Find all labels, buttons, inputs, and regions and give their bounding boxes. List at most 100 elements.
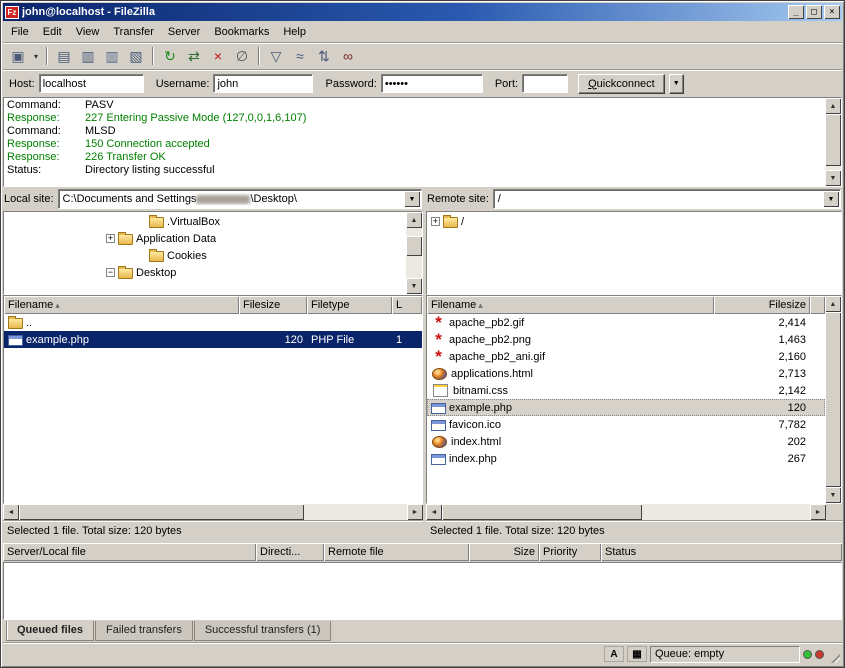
scroll-up-icon[interactable]: ▲ [825, 296, 841, 312]
menu-edit[interactable]: Edit [36, 23, 69, 41]
local-site-combobox[interactable]: C:\Documents and Settings\Desktop\ ▼ [58, 189, 422, 209]
scrollbar-thumb[interactable] [19, 504, 304, 520]
quickconnect-dropdown-icon[interactable]: ▼ [669, 74, 684, 94]
quickconnect-button[interactable]: Quickconnect [578, 74, 665, 94]
scrollbar-thumb[interactable] [442, 504, 642, 520]
menu-help[interactable]: Help [276, 23, 313, 41]
scroll-left-icon[interactable]: ◄ [3, 504, 19, 520]
log-line-label: Response: [7, 151, 85, 164]
directory-compare-icon[interactable]: ≈ [288, 45, 312, 67]
site-manager-dropdown-icon[interactable]: ▾ [30, 45, 42, 67]
remote-file-row[interactable]: *apache_pb2.gif2,414 [427, 314, 825, 331]
synchronized-browsing-icon[interactable]: ⇅ [312, 45, 336, 67]
column-header-directi[interactable]: Directi... [256, 543, 324, 561]
scroll-down-icon[interactable]: ▼ [825, 170, 841, 186]
toggle-queue-icon[interactable]: ▧ [124, 45, 148, 67]
scroll-down-icon[interactable]: ▼ [825, 487, 841, 503]
local-tree-item[interactable]: .VirtualBox [4, 213, 406, 230]
column-header-l[interactable]: L [392, 296, 422, 314]
transfer-queue-body[interactable] [3, 562, 842, 620]
expand-icon[interactable]: + [431, 217, 440, 226]
column-header-filetype[interactable]: Filetype [307, 296, 392, 314]
column-header-filesize[interactable]: Filesize [239, 296, 307, 314]
local-tree-item[interactable]: Cookies [4, 247, 406, 264]
local-tree-scrollbar[interactable]: ▲ ▼ [406, 212, 422, 294]
disconnect-icon[interactable]: ∅ [230, 45, 254, 67]
log-line: Response:226 Transfer OK [7, 151, 822, 164]
maximize-button[interactable]: □ [806, 5, 822, 19]
remote-file-row[interactable]: bitnami.css2,142 [427, 382, 825, 399]
site-manager-icon[interactable]: ▣ [6, 45, 30, 67]
scrollbar-thumb[interactable] [825, 114, 841, 166]
process-queue-icon[interactable]: ⇄ [182, 45, 206, 67]
local-file-row[interactable]: example.php120PHP File1 [4, 331, 422, 348]
resize-grip-icon[interactable] [827, 650, 840, 663]
menu-view[interactable]: View [69, 23, 107, 41]
cancel-operation-icon[interactable]: × [206, 45, 230, 67]
column-header-remote-file[interactable]: Remote file [324, 543, 469, 561]
remote-list-scrollbar[interactable]: ▲ ▼ [825, 296, 841, 503]
scrollbar-track[interactable] [825, 312, 841, 487]
username-input[interactable] [213, 74, 313, 93]
find-files-icon[interactable]: ∞ [336, 45, 360, 67]
collapse-icon[interactable]: − [106, 268, 115, 277]
scroll-right-icon[interactable]: ► [407, 504, 423, 520]
scrollbar-thumb[interactable] [825, 312, 841, 487]
speed-limits-icon[interactable]: ▦ [627, 646, 647, 662]
toggle-message-log-icon[interactable]: ▤ [52, 45, 76, 67]
remote-file-row[interactable]: applications.html2,713 [427, 365, 825, 382]
scroll-left-icon[interactable]: ◄ [426, 504, 442, 520]
toggle-local-tree-icon[interactable]: ▥ [76, 45, 100, 67]
remote-tree-item[interactable]: +/ [427, 213, 841, 230]
local-file-row[interactable]: .. [4, 314, 422, 331]
local-list-hscrollbar[interactable]: ◄ ► [3, 504, 423, 520]
titlebar[interactable]: Fz john@localhost - FileZilla _□× [3, 3, 842, 21]
combo-dropdown-icon[interactable]: ▼ [404, 191, 420, 207]
message-log-scrollbar[interactable]: ▲ ▼ [825, 98, 841, 186]
minimize-button[interactable]: _ [788, 5, 804, 19]
remote-file-row[interactable]: *apache_pb2.png1,463 [427, 331, 825, 348]
scroll-down-icon[interactable]: ▼ [406, 278, 422, 294]
column-header-filename[interactable]: Filename▴ [427, 296, 714, 314]
close-button[interactable]: × [824, 5, 840, 19]
port-input[interactable] [522, 74, 568, 93]
column-header-filename[interactable]: Filename▴ [4, 296, 239, 314]
remote-site-combobox[interactable]: / ▼ [493, 189, 841, 209]
local-tree-item[interactable]: −Desktop [4, 264, 406, 281]
combo-dropdown-icon[interactable]: ▼ [823, 191, 839, 207]
tab-successful-transfers-1[interactable]: Successful transfers (1) [194, 621, 332, 641]
tab-queued-files[interactable]: Queued files [6, 621, 94, 641]
toggle-remote-tree-icon[interactable]: ▥ [100, 45, 124, 67]
menu-file[interactable]: File [4, 23, 36, 41]
remote-file-row[interactable]: favicon.ico7,782 [427, 416, 825, 433]
tab-failed-transfers[interactable]: Failed transfers [95, 621, 193, 641]
transfer-type-indicator-icon[interactable]: A [604, 646, 624, 662]
scrollbar-thumb[interactable] [406, 236, 422, 256]
menu-bookmarks[interactable]: Bookmarks [207, 23, 276, 41]
column-header-server-local-file[interactable]: Server/Local file [3, 543, 256, 561]
scroll-up-icon[interactable]: ▲ [825, 98, 841, 114]
host-input[interactable] [39, 74, 144, 93]
scrollbar-track[interactable] [406, 228, 422, 278]
password-input[interactable] [381, 74, 483, 93]
menu-server[interactable]: Server [161, 23, 207, 41]
scrollbar-track[interactable] [825, 114, 841, 170]
scroll-right-icon[interactable]: ► [810, 504, 826, 520]
scrollbar-track[interactable] [442, 504, 810, 520]
scroll-up-icon[interactable]: ▲ [406, 212, 422, 228]
remote-file-row[interactable]: index.php267 [427, 450, 825, 467]
expand-icon[interactable]: + [106, 234, 115, 243]
remote-file-row[interactable]: *apache_pb2_ani.gif2,160 [427, 348, 825, 365]
column-header-status[interactable]: Status [601, 543, 842, 561]
remote-file-row[interactable]: index.html202 [427, 433, 825, 450]
local-tree-item[interactable]: +Application Data [4, 230, 406, 247]
refresh-icon[interactable]: ↻ [158, 45, 182, 67]
directory-filter-icon[interactable]: ▽ [264, 45, 288, 67]
column-header-size[interactable]: Size [469, 543, 539, 561]
remote-file-row[interactable]: example.php120 [427, 399, 825, 416]
remote-list-hscrollbar[interactable]: ◄ ► [426, 504, 842, 520]
menu-transfer[interactable]: Transfer [106, 23, 161, 41]
column-header-filesize[interactable]: Filesize [714, 296, 810, 314]
scrollbar-track[interactable] [19, 504, 407, 520]
column-header-priority[interactable]: Priority [539, 543, 601, 561]
